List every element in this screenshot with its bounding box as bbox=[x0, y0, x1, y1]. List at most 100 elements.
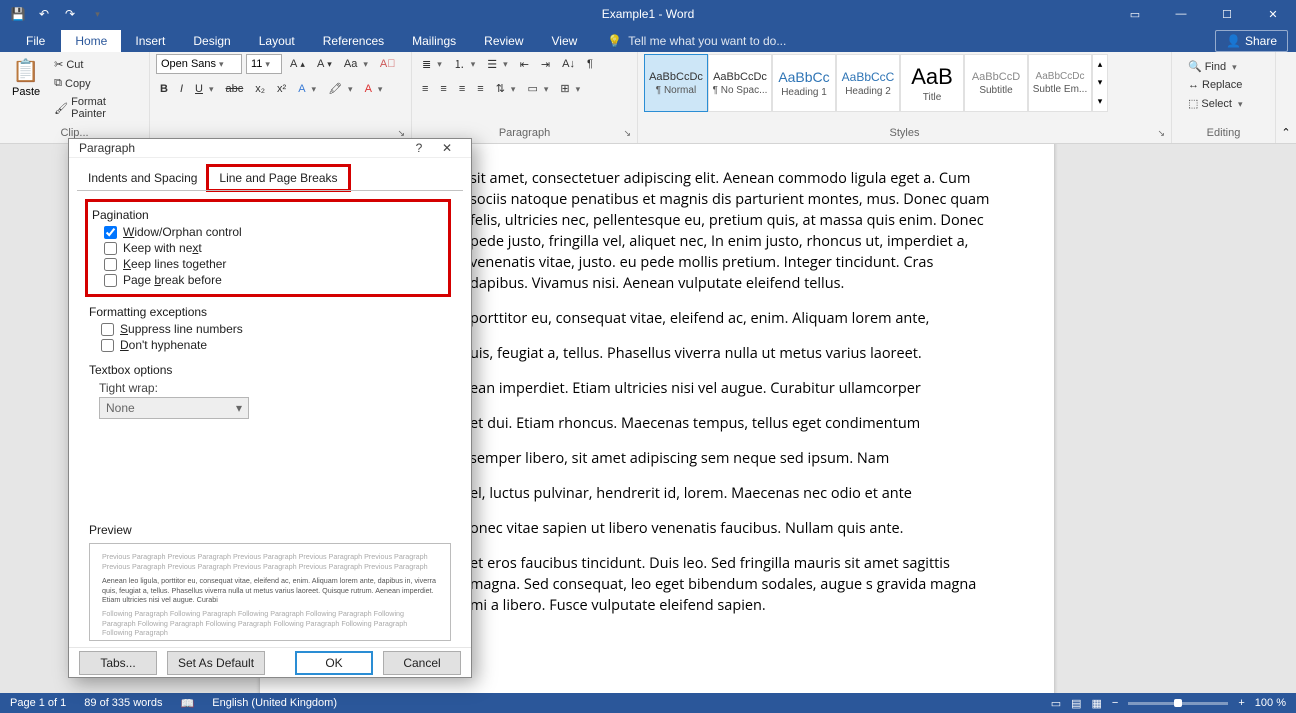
page-break-before-label[interactable]: Page break before bbox=[123, 273, 222, 287]
grow-font-button[interactable]: A▴ bbox=[286, 56, 309, 72]
cut-button[interactable]: ✂Cut bbox=[50, 56, 143, 73]
style-item---no-spac---[interactable]: AaBbCcDc¶ No Spac... bbox=[708, 54, 772, 112]
shading-button[interactable]: ▭ bbox=[523, 80, 552, 97]
style-gallery[interactable]: AaBbCcDc¶ NormalAaBbCcDc¶ No Spac...AaBb… bbox=[644, 54, 1165, 112]
shrink-font-button[interactable]: A▾ bbox=[313, 56, 336, 72]
dialog-titlebar[interactable]: Paragraph ? ✕ bbox=[69, 139, 471, 158]
dialog-close-icon[interactable]: ✕ bbox=[433, 141, 461, 155]
keep-lines-together-checkbox[interactable] bbox=[104, 258, 117, 271]
highlight-button[interactable]: 🖍 bbox=[324, 80, 357, 97]
style-item-heading-1[interactable]: AaBbCcHeading 1 bbox=[772, 54, 836, 112]
web-layout-icon[interactable]: ▦ bbox=[1092, 697, 1102, 710]
print-layout-icon[interactable]: ▤ bbox=[1071, 697, 1081, 710]
body-paragraph[interactable]: et dui. Etiam rhoncus. Maecenas tempus, … bbox=[470, 413, 994, 434]
body-paragraph[interactable]: et eros faucibus tincidunt. Duis leo. Se… bbox=[470, 553, 994, 616]
body-paragraph[interactable]: ean imperdiet. Etiam ultricies nisi vel … bbox=[470, 378, 994, 399]
tab-review[interactable]: Review bbox=[470, 30, 537, 52]
status-words[interactable]: 89 of 335 words bbox=[84, 697, 162, 709]
zoom-level[interactable]: 100 % bbox=[1255, 697, 1286, 709]
change-case-button[interactable]: Aa bbox=[340, 56, 372, 72]
numbering-button[interactable]: ⒈ bbox=[450, 54, 480, 74]
paste-button[interactable]: 📋 Paste bbox=[6, 54, 46, 102]
suppress-line-numbers-checkbox[interactable] bbox=[101, 323, 114, 336]
bullets-button[interactable]: ≣ bbox=[418, 56, 446, 73]
sort-button[interactable]: A↓ bbox=[558, 56, 579, 72]
set-default-button[interactable]: Set As Default bbox=[167, 651, 265, 675]
style-item---normal[interactable]: AaBbCcDc¶ Normal bbox=[644, 54, 708, 112]
subscript-button[interactable]: x₂ bbox=[251, 81, 269, 97]
widow-orphan-checkbox[interactable] bbox=[104, 226, 117, 239]
tab-insert[interactable]: Insert bbox=[121, 30, 179, 52]
proofing-icon[interactable]: 📖 bbox=[181, 697, 195, 710]
superscript-button[interactable]: x² bbox=[273, 81, 290, 97]
tab-layout[interactable]: Layout bbox=[245, 30, 309, 52]
italic-button[interactable]: I bbox=[176, 81, 187, 97]
widow-orphan-label[interactable]: Widow/Orphan control bbox=[123, 225, 242, 239]
multilevel-list-button[interactable]: ☰ bbox=[483, 56, 511, 73]
borders-button[interactable]: ⊞ bbox=[556, 80, 584, 97]
font-size-combo[interactable]: 11 bbox=[246, 54, 282, 74]
show-marks-button[interactable]: ¶ bbox=[583, 56, 597, 72]
keep-with-next-checkbox[interactable] bbox=[104, 242, 117, 255]
body-paragraph[interactable]: onec vitae sapien ut libero venenatis fa… bbox=[470, 518, 994, 539]
styles-more-button[interactable]: ▴▾▾ bbox=[1092, 54, 1108, 112]
dialog-help-icon[interactable]: ? bbox=[405, 141, 433, 155]
minimize-icon[interactable]: — bbox=[1158, 0, 1204, 28]
tab-mailings[interactable]: Mailings bbox=[398, 30, 470, 52]
share-button[interactable]: 👤 Share bbox=[1215, 30, 1288, 52]
bold-button[interactable]: B bbox=[156, 81, 172, 97]
zoom-slider[interactable] bbox=[1128, 702, 1228, 705]
undo-icon[interactable]: ↶ bbox=[32, 2, 56, 26]
copy-button[interactable]: ⧉Copy bbox=[50, 75, 143, 92]
keep-lines-together-label[interactable]: Keep lines together bbox=[123, 257, 226, 271]
styles-launcher-icon[interactable]: ↘ bbox=[1157, 128, 1165, 139]
align-left-button[interactable]: ≡ bbox=[418, 81, 432, 97]
style-item-heading-2[interactable]: AaBbCcCHeading 2 bbox=[836, 54, 900, 112]
font-name-combo[interactable]: Open Sans bbox=[156, 54, 242, 74]
select-button[interactable]: ⬚Select bbox=[1184, 95, 1263, 112]
increase-indent-button[interactable]: ⇥ bbox=[537, 56, 554, 73]
style-item-subtitle[interactable]: AaBbCcDSubtitle bbox=[964, 54, 1028, 112]
status-language[interactable]: English (United Kingdom) bbox=[212, 697, 337, 709]
save-icon[interactable]: 💾 bbox=[6, 2, 30, 26]
text-effects-button[interactable]: A bbox=[294, 81, 320, 97]
clear-formatting-button[interactable]: A⃠ bbox=[376, 56, 400, 72]
qat-customize-icon[interactable] bbox=[84, 2, 108, 26]
zoom-in-icon[interactable]: + bbox=[1238, 697, 1244, 709]
style-item-title[interactable]: AaBTitle bbox=[900, 54, 964, 112]
font-color-button[interactable]: A bbox=[361, 81, 387, 97]
dont-hyphenate-checkbox[interactable] bbox=[101, 339, 114, 352]
format-painter-button[interactable]: 🖌Format Painter bbox=[50, 94, 143, 122]
body-paragraph[interactable]: semper libero, sit amet adipiscing sem n… bbox=[470, 448, 994, 469]
style-item-subtle-em---[interactable]: AaBbCcDcSubtle Em... bbox=[1028, 54, 1092, 112]
page-break-before-checkbox[interactable] bbox=[104, 274, 117, 287]
tab-file[interactable]: File bbox=[10, 30, 61, 52]
close-icon[interactable]: ✕ bbox=[1250, 0, 1296, 28]
keep-with-next-label[interactable]: Keep with next bbox=[123, 241, 202, 255]
tell-me-search[interactable]: 💡 Tell me what you want to do... bbox=[599, 30, 794, 52]
body-paragraph[interactable]: sit amet, consectetuer adipiscing elit. … bbox=[470, 168, 994, 294]
suppress-line-numbers-label[interactable]: Suppress line numbers bbox=[120, 322, 243, 336]
maximize-icon[interactable]: ☐ bbox=[1204, 0, 1250, 28]
strikethrough-button[interactable]: abc bbox=[222, 81, 248, 97]
line-spacing-button[interactable]: ⇅ bbox=[492, 80, 520, 97]
redo-icon[interactable]: ↷ bbox=[58, 2, 82, 26]
dialog-tab-breaks[interactable]: Line and Page Breaks bbox=[208, 166, 348, 190]
dont-hyphenate-label[interactable]: Don't hyphenate bbox=[120, 338, 207, 352]
underline-button[interactable]: U bbox=[191, 81, 217, 97]
collapse-ribbon-icon[interactable]: ⌃ bbox=[1276, 52, 1296, 143]
tabs-button[interactable]: Tabs... bbox=[79, 651, 157, 675]
paragraph-launcher-icon[interactable]: ↘ bbox=[623, 128, 631, 139]
read-mode-icon[interactable]: ▭ bbox=[1051, 697, 1061, 710]
body-paragraph[interactable]: el, luctus pulvinar, hendrerit id, lorem… bbox=[470, 483, 994, 504]
tab-home[interactable]: Home bbox=[61, 30, 121, 52]
cancel-button[interactable]: Cancel bbox=[383, 651, 461, 675]
tab-design[interactable]: Design bbox=[179, 30, 244, 52]
zoom-out-icon[interactable]: − bbox=[1112, 697, 1118, 709]
body-paragraph[interactable]: porttitor eu, consequat vitae, eleifend … bbox=[470, 308, 994, 329]
replace-button[interactable]: ↔Replace bbox=[1184, 77, 1263, 93]
find-button[interactable]: 🔍Find bbox=[1184, 58, 1263, 75]
align-center-button[interactable]: ≡ bbox=[436, 81, 450, 97]
tab-references[interactable]: References bbox=[309, 30, 398, 52]
tab-view[interactable]: View bbox=[538, 30, 592, 52]
